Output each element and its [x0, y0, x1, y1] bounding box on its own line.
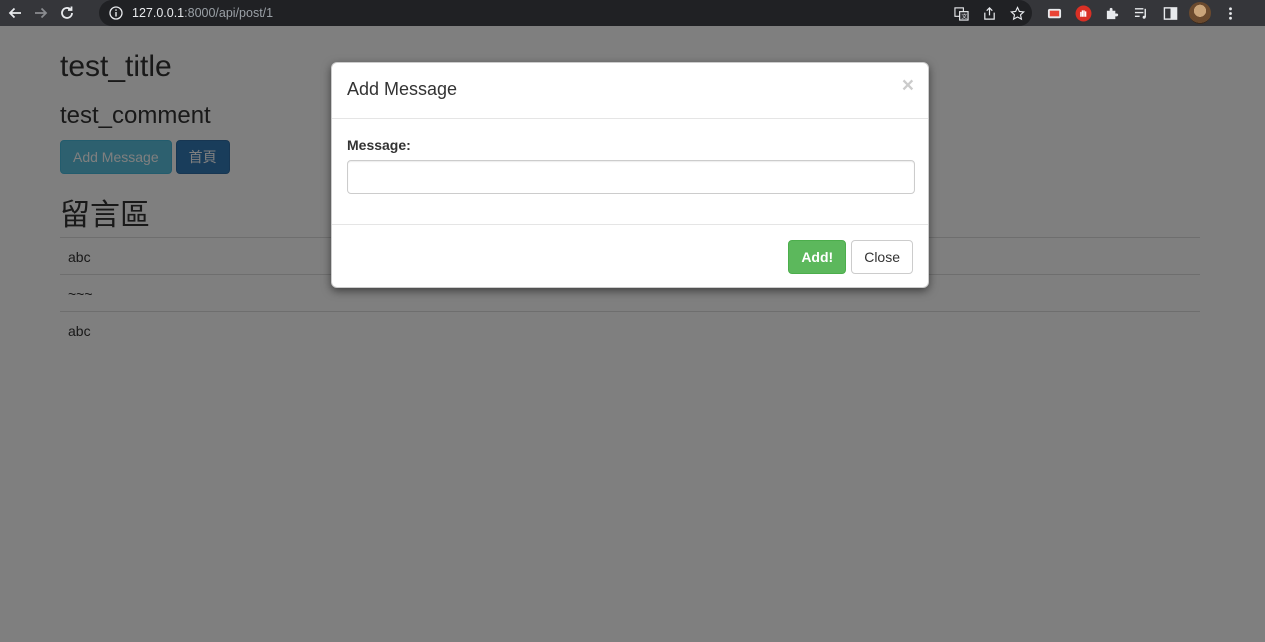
star-icon[interactable] — [1008, 4, 1026, 22]
modal-footer: Add! Close — [332, 224, 928, 287]
back-button[interactable] — [4, 2, 26, 24]
url-host: 127.0.0.1 — [132, 6, 185, 20]
add-button[interactable]: Add! — [788, 240, 847, 274]
stop-hand-icon[interactable] — [1073, 3, 1093, 23]
url-path: :8000/api/post/1 — [184, 6, 274, 20]
arrow-left-icon — [8, 7, 21, 19]
address-bar[interactable]: 127.0.0.1:8000/api/post/1 文 — [99, 0, 1032, 26]
svg-text:文: 文 — [961, 12, 967, 20]
share-icon[interactable] — [980, 4, 998, 22]
modal-title: Add Message — [347, 79, 458, 99]
forward-button[interactable] — [30, 2, 52, 24]
arrow-right-icon — [35, 7, 48, 19]
translate-icon[interactable]: 文 — [952, 4, 970, 22]
extension-icon-1[interactable] — [1044, 3, 1064, 23]
close-button[interactable]: Close — [851, 240, 913, 274]
close-icon[interactable]: × — [902, 75, 914, 96]
modal-body: Message: — [332, 119, 928, 224]
message-input[interactable] — [347, 160, 915, 194]
info-icon[interactable] — [109, 6, 123, 20]
reload-button[interactable] — [56, 2, 78, 24]
kebab-menu-icon[interactable] — [1220, 3, 1240, 23]
reload-icon — [61, 6, 73, 19]
sidebar-icon[interactable] — [1160, 3, 1180, 23]
browser-toolbar: 127.0.0.1:8000/api/post/1 文 — [0, 0, 1265, 26]
puzzle-icon[interactable] — [1102, 3, 1122, 23]
playlist-icon[interactable] — [1131, 3, 1151, 23]
url-text: 127.0.0.1:8000/api/post/1 — [132, 6, 273, 20]
message-label: Message: — [347, 137, 411, 153]
add-message-modal: Add Message × Message: Add! Close — [331, 62, 929, 288]
modal-header: Add Message × — [332, 63, 928, 119]
avatar[interactable] — [1189, 2, 1211, 24]
